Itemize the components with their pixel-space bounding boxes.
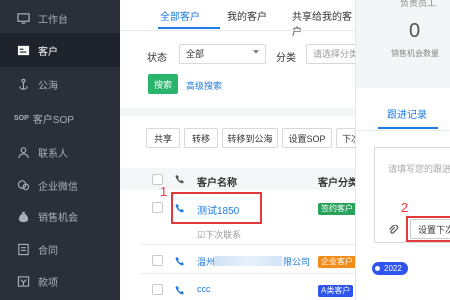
tabs-divider — [356, 130, 450, 131]
opportunity-count: 0 — [409, 20, 421, 42]
search-button[interactable]: 搜索 — [148, 74, 178, 94]
advanced-search-link[interactable]: 高级搜索 — [186, 79, 222, 92]
active-tab-indicator — [378, 127, 438, 129]
sidebar-item-workbench[interactable]: 工作台 — [0, 1, 120, 35]
sidebar-item-label: 客户 — [38, 46, 58, 58]
tab-shared-customers[interactable]: 共享给我的客户 — [292, 8, 355, 38]
person-icon — [16, 145, 30, 159]
anchor-icon — [16, 77, 30, 91]
chevron-down-icon — [253, 50, 259, 54]
phone-icon[interactable] — [175, 285, 185, 295]
status-badge: 签约客户 — [318, 203, 356, 215]
monitor-icon — [16, 11, 30, 25]
sidebar-item-label: 工作台 — [38, 14, 68, 26]
status-select[interactable]: 全部 — [179, 44, 266, 64]
tab-follow-up-records[interactable]: 跟进记录 — [387, 106, 427, 121]
panel-header-text: 负责员工 — [400, 0, 437, 8]
timeline-dot — [375, 266, 380, 271]
row-divider — [140, 273, 355, 274]
tabs-divider — [120, 30, 355, 31]
category-select-placeholder: 请选择分类 — [313, 49, 359, 59]
customer-detail-panel: 负责员工 0 销售机会数量 跟进记录 请填写您的跟进 设置下次 2022 — [355, 0, 450, 300]
sidebar-item-contacts[interactable]: 联系人 — [0, 135, 120, 169]
money-bag-icon — [16, 209, 30, 223]
phone-icon — [175, 175, 184, 184]
annotation-highlight-set-next — [406, 216, 450, 242]
phone-icon[interactable] — [175, 256, 185, 266]
attachment-icon[interactable] — [388, 225, 399, 236]
active-tab-indicator — [158, 27, 220, 29]
sidebar-item-contract[interactable]: 合同 — [0, 232, 120, 266]
sidebar-item-label: 公海 — [38, 80, 58, 92]
transfer-button[interactable]: 转移 — [184, 128, 218, 148]
sidebar-item-public-pool[interactable]: 公海 — [0, 67, 120, 101]
row-checkbox[interactable] — [152, 284, 163, 295]
textarea-placeholder: 请填写您的跟进 — [388, 164, 450, 174]
panel-summary — [356, 0, 450, 88]
sidebar-item-label: 款项 — [38, 277, 58, 289]
sidebar-item-payment[interactable]: 款项 — [0, 264, 120, 298]
category-label: 分类 — [276, 53, 296, 64]
annotation-marker-2: 2 — [401, 200, 409, 215]
payment-icon — [16, 274, 30, 288]
tab-my-customers[interactable]: 我的客户 — [227, 8, 267, 23]
row-checkbox[interactable] — [152, 255, 163, 266]
sidebar-item-label: 企业微信 — [38, 181, 78, 193]
sidebar-item-customer-sop[interactable]: SOP 客户SOP — [0, 101, 120, 135]
status-badge: 企业客户 — [318, 256, 356, 268]
sidebar-item-label: 客户SOP — [32, 114, 74, 126]
sidebar-item-label: 销售机会 — [38, 212, 78, 224]
opportunity-count-label: 销售机会数量 — [391, 49, 439, 58]
customer-name-link[interactable]: ccc — [197, 284, 211, 294]
sidebar-item-label: 联系人 — [38, 148, 68, 160]
tab-all-customers[interactable]: 全部客户 — [160, 8, 200, 23]
annotation-highlight-customer — [171, 192, 262, 224]
status-select-value: 全部 — [186, 49, 205, 59]
annotation-marker-1: 1 — [160, 184, 168, 199]
sidebar: 工作台 客户 公海 SOP 客户SOP 联系人 企业微信 销售机会 合同 款项 — [0, 0, 120, 300]
redacted-text — [214, 256, 282, 266]
id-card-icon — [16, 43, 30, 57]
status-badge: A类客户 — [318, 285, 354, 297]
customer-name-suffix[interactable]: 限公司 — [283, 255, 310, 268]
wechat-icon — [16, 178, 30, 192]
sidebar-item-label: 合同 — [38, 245, 58, 257]
sidebar-item-customers[interactable]: 客户 — [0, 33, 120, 67]
column-header-customer-category[interactable]: 客户分类 — [318, 174, 358, 189]
section-divider — [120, 108, 355, 116]
contract-icon — [16, 242, 30, 256]
transfer-to-pool-button[interactable]: 转移到公海 — [222, 128, 278, 148]
column-header-customer-name[interactable]: 客户名称 — [197, 174, 237, 189]
sidebar-item-sales-opportunity[interactable]: 销售机会 — [0, 199, 120, 233]
sidebar-item-wecom[interactable]: 企业微信 — [0, 168, 120, 202]
next-contact-label: ☑下次联系 — [197, 230, 242, 240]
share-button[interactable]: 共享 — [146, 128, 180, 148]
status-label: 状态 — [147, 53, 167, 64]
sop-icon: SOP — [14, 114, 29, 122]
customer-name-link[interactable]: 温州 — [197, 255, 215, 268]
row-divider — [140, 244, 355, 245]
set-sop-button[interactable]: 设置SOP — [282, 128, 332, 148]
row-checkbox[interactable] — [152, 202, 163, 213]
